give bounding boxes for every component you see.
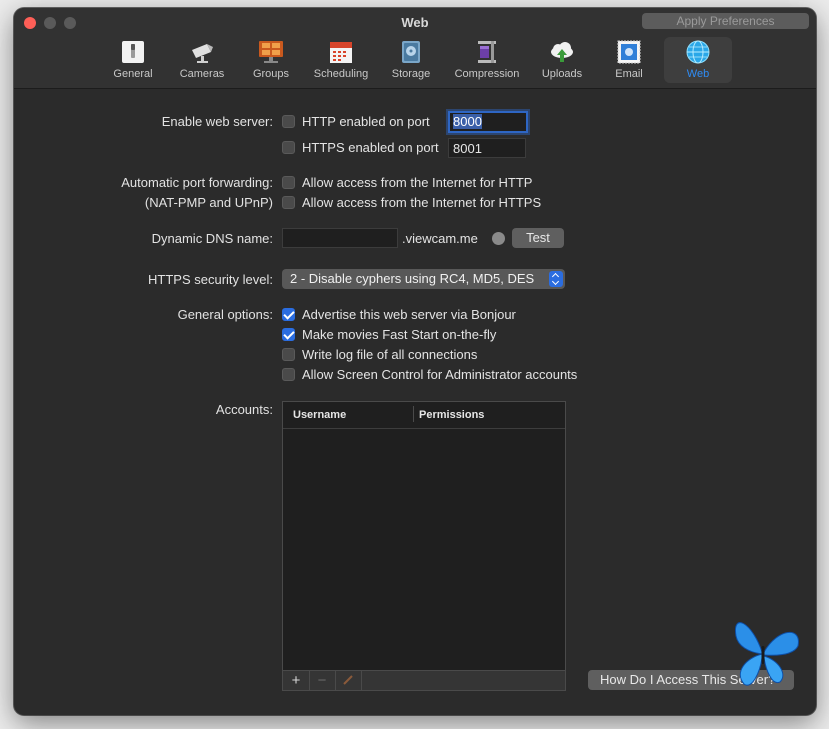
https-enabled-checkbox[interactable] xyxy=(282,141,295,154)
grid-icon xyxy=(258,40,284,64)
tab-email[interactable]: Email xyxy=(606,37,652,83)
security-level-label: HTTPS security level: xyxy=(148,272,273,287)
preference-tabs: General Cameras Groups Scheduling Storag… xyxy=(14,37,816,85)
tab-storage[interactable]: Storage xyxy=(386,37,436,83)
internet-https-checkbox[interactable] xyxy=(282,196,295,209)
calendar-icon xyxy=(328,40,354,64)
ddns-name-field[interactable] xyxy=(282,228,398,248)
add-account-button[interactable]: + xyxy=(283,671,310,690)
ddns-suffix: .viewcam.me xyxy=(402,231,478,246)
accounts-table-footer: + − xyxy=(282,671,566,691)
screen-control-checkbox[interactable] xyxy=(282,368,295,381)
ddns-test-button[interactable]: Test xyxy=(512,228,564,248)
tab-uploads[interactable]: Uploads xyxy=(536,37,588,83)
pencil-icon xyxy=(342,672,354,689)
ddns-status-indicator xyxy=(492,232,505,245)
security-level-value: 2 - Disable cyphers using RC4, MD5, DES xyxy=(290,271,535,286)
web-server-label: Enable web server: xyxy=(161,114,273,129)
column-permissions[interactable]: Permissions xyxy=(419,409,484,421)
screen-control-label: Allow Screen Control for Administrator a… xyxy=(302,367,578,382)
globe-icon xyxy=(685,40,711,64)
log-file-checkbox[interactable] xyxy=(282,348,295,361)
apply-preferences-button[interactable]: Apply Preferences xyxy=(642,13,809,29)
switch-icon xyxy=(120,40,146,64)
port-forwarding-label: Automatic port forwarding: xyxy=(121,175,273,190)
cloud-upload-icon xyxy=(549,40,575,64)
tab-cameras[interactable]: Cameras xyxy=(172,37,232,83)
port-forwarding-sublabel: (NAT-PMP and UPnP) xyxy=(144,195,273,210)
disk-icon xyxy=(398,40,424,64)
column-username[interactable]: Username xyxy=(293,409,346,421)
bonjour-checkbox[interactable] xyxy=(282,308,295,321)
butterfly-icon xyxy=(722,612,806,692)
remove-account-button[interactable]: − xyxy=(309,671,336,690)
clamp-icon xyxy=(474,40,500,64)
accounts-table-header: Username Permissions xyxy=(283,402,565,429)
http-enabled-checkbox[interactable] xyxy=(282,115,295,128)
http-port-value: 8000 xyxy=(453,114,482,129)
internet-http-checkbox[interactable] xyxy=(282,176,295,189)
edit-account-button[interactable] xyxy=(335,671,362,690)
http-enabled-label: HTTP enabled on port xyxy=(302,114,430,129)
bonjour-label: Advertise this web server via Bonjour xyxy=(302,307,516,322)
fast-start-checkbox[interactable] xyxy=(282,328,295,341)
tab-groups[interactable]: Groups xyxy=(244,37,298,83)
fast-start-label: Make movies Fast Start on-the-fly xyxy=(302,327,497,342)
https-port-field[interactable]: 8001 xyxy=(448,138,526,158)
tab-compression[interactable]: Compression xyxy=(450,37,524,83)
toolbar: Web Apply Preferences General Cameras Gr… xyxy=(14,8,816,89)
camera-icon xyxy=(189,40,215,64)
accounts-label: Accounts: xyxy=(215,402,273,417)
general-options-label: General options: xyxy=(177,307,273,322)
internet-http-label: Allow access from the Internet for HTTP xyxy=(302,175,533,190)
log-file-label: Write log file of all connections xyxy=(302,347,478,362)
ddns-label: Dynamic DNS name: xyxy=(151,231,273,246)
tab-scheduling[interactable]: Scheduling xyxy=(310,37,372,83)
popup-arrows-icon xyxy=(549,271,563,287)
internet-https-label: Allow access from the Internet for HTTPS xyxy=(302,195,542,210)
column-divider xyxy=(413,406,414,422)
tab-general[interactable]: General xyxy=(108,37,158,83)
security-level-popup[interactable]: 2 - Disable cyphers using RC4, MD5, DES xyxy=(282,269,565,289)
http-port-field[interactable]: 8000 xyxy=(448,111,528,133)
accounts-table[interactable]: Username Permissions xyxy=(282,401,566,671)
preferences-window: Web Apply Preferences General Cameras Gr… xyxy=(14,8,816,715)
https-enabled-label: HTTPS enabled on port xyxy=(302,140,439,155)
tab-web[interactable]: Web xyxy=(664,37,732,83)
stamp-icon xyxy=(616,40,642,64)
